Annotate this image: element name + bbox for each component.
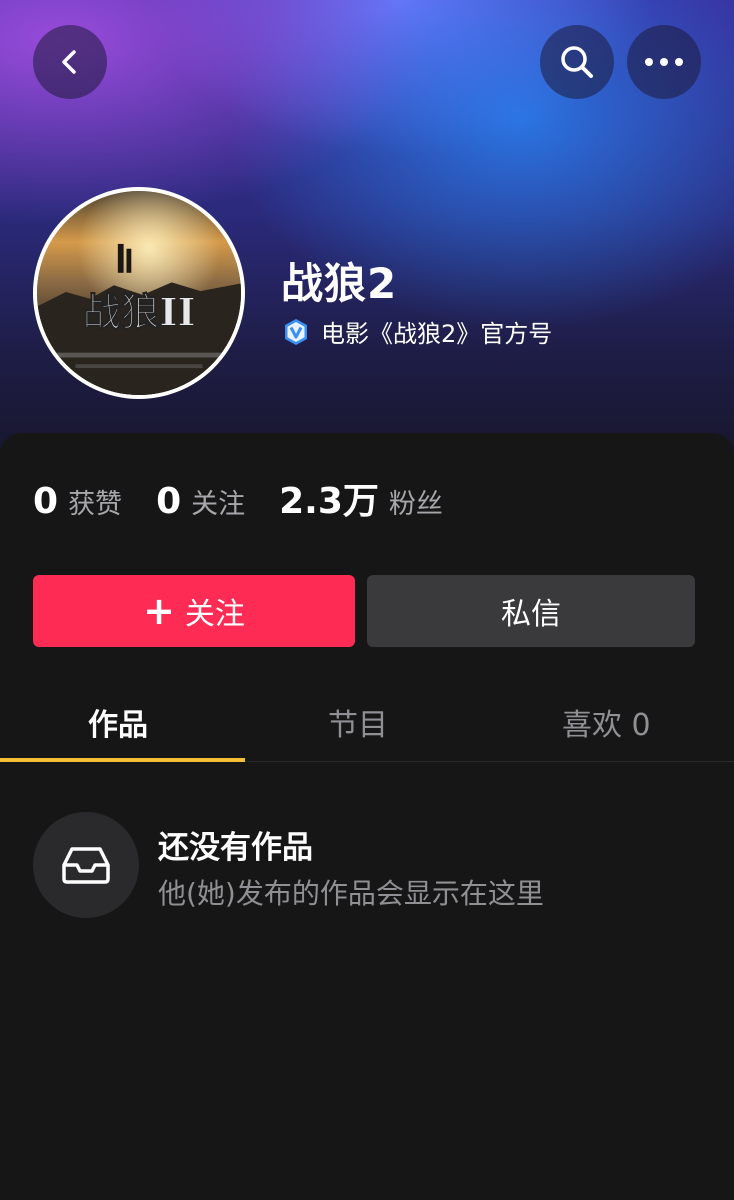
- follow-button-label: 关注: [184, 597, 245, 632]
- more-dots-icon: [645, 58, 683, 66]
- empty-state-description: 他(她)发布的作品会显示在这里: [158, 877, 544, 910]
- back-button[interactable]: [33, 25, 107, 99]
- more-options-button[interactable]: [627, 25, 701, 99]
- active-tab-indicator: [0, 758, 245, 762]
- search-icon: [561, 46, 593, 78]
- content-tabs: 作品 节目 喜欢 0: [0, 690, 734, 762]
- empty-state-title: 还没有作品: [158, 830, 313, 866]
- avatar-title-text: 战狼II: [83, 291, 196, 336]
- profile-content-panel: [0, 433, 734, 1200]
- stat-following-label: 关注: [191, 489, 246, 520]
- tab-likes[interactable]: 喜欢 0: [562, 700, 651, 744]
- tab-shows[interactable]: 节目: [328, 700, 388, 744]
- search-button[interactable]: [540, 25, 614, 99]
- stat-following-value: 0: [156, 481, 182, 522]
- empty-state-icon-container: [33, 812, 139, 918]
- tab-works[interactable]: 作品: [88, 700, 148, 744]
- follow-button[interactable]: + 关注: [33, 575, 355, 647]
- stat-likes[interactable]: 0 获赞: [33, 481, 122, 522]
- stat-followers[interactable]: 2.3万 粉丝: [279, 472, 443, 524]
- plus-icon: +: [143, 589, 175, 633]
- movie-poster-image: 战狼II: [37, 191, 241, 395]
- stat-likes-label: 获赞: [68, 489, 123, 520]
- stat-followers-value: 2.3万: [279, 481, 379, 522]
- message-button[interactable]: 私信: [367, 575, 695, 647]
- stat-followers-label: 粉丝: [388, 489, 443, 520]
- inbox-tray-icon: [62, 847, 110, 884]
- message-button-label: 私信: [501, 597, 561, 632]
- profile-name: 战狼2: [281, 259, 398, 308]
- chevron-left-icon: [62, 50, 76, 74]
- verified-v-icon: [285, 318, 307, 345]
- stat-likes-value: 0: [33, 481, 59, 522]
- verification-row: 电影《战狼2》官方号: [281, 314, 552, 349]
- avatar[interactable]: 战狼II: [33, 187, 245, 399]
- verified-description: 电影《战狼2》官方号: [321, 320, 553, 348]
- stat-following[interactable]: 0 关注: [156, 481, 245, 522]
- stats-row: 0 获赞 0 关注 2.3万 粉丝: [33, 472, 477, 524]
